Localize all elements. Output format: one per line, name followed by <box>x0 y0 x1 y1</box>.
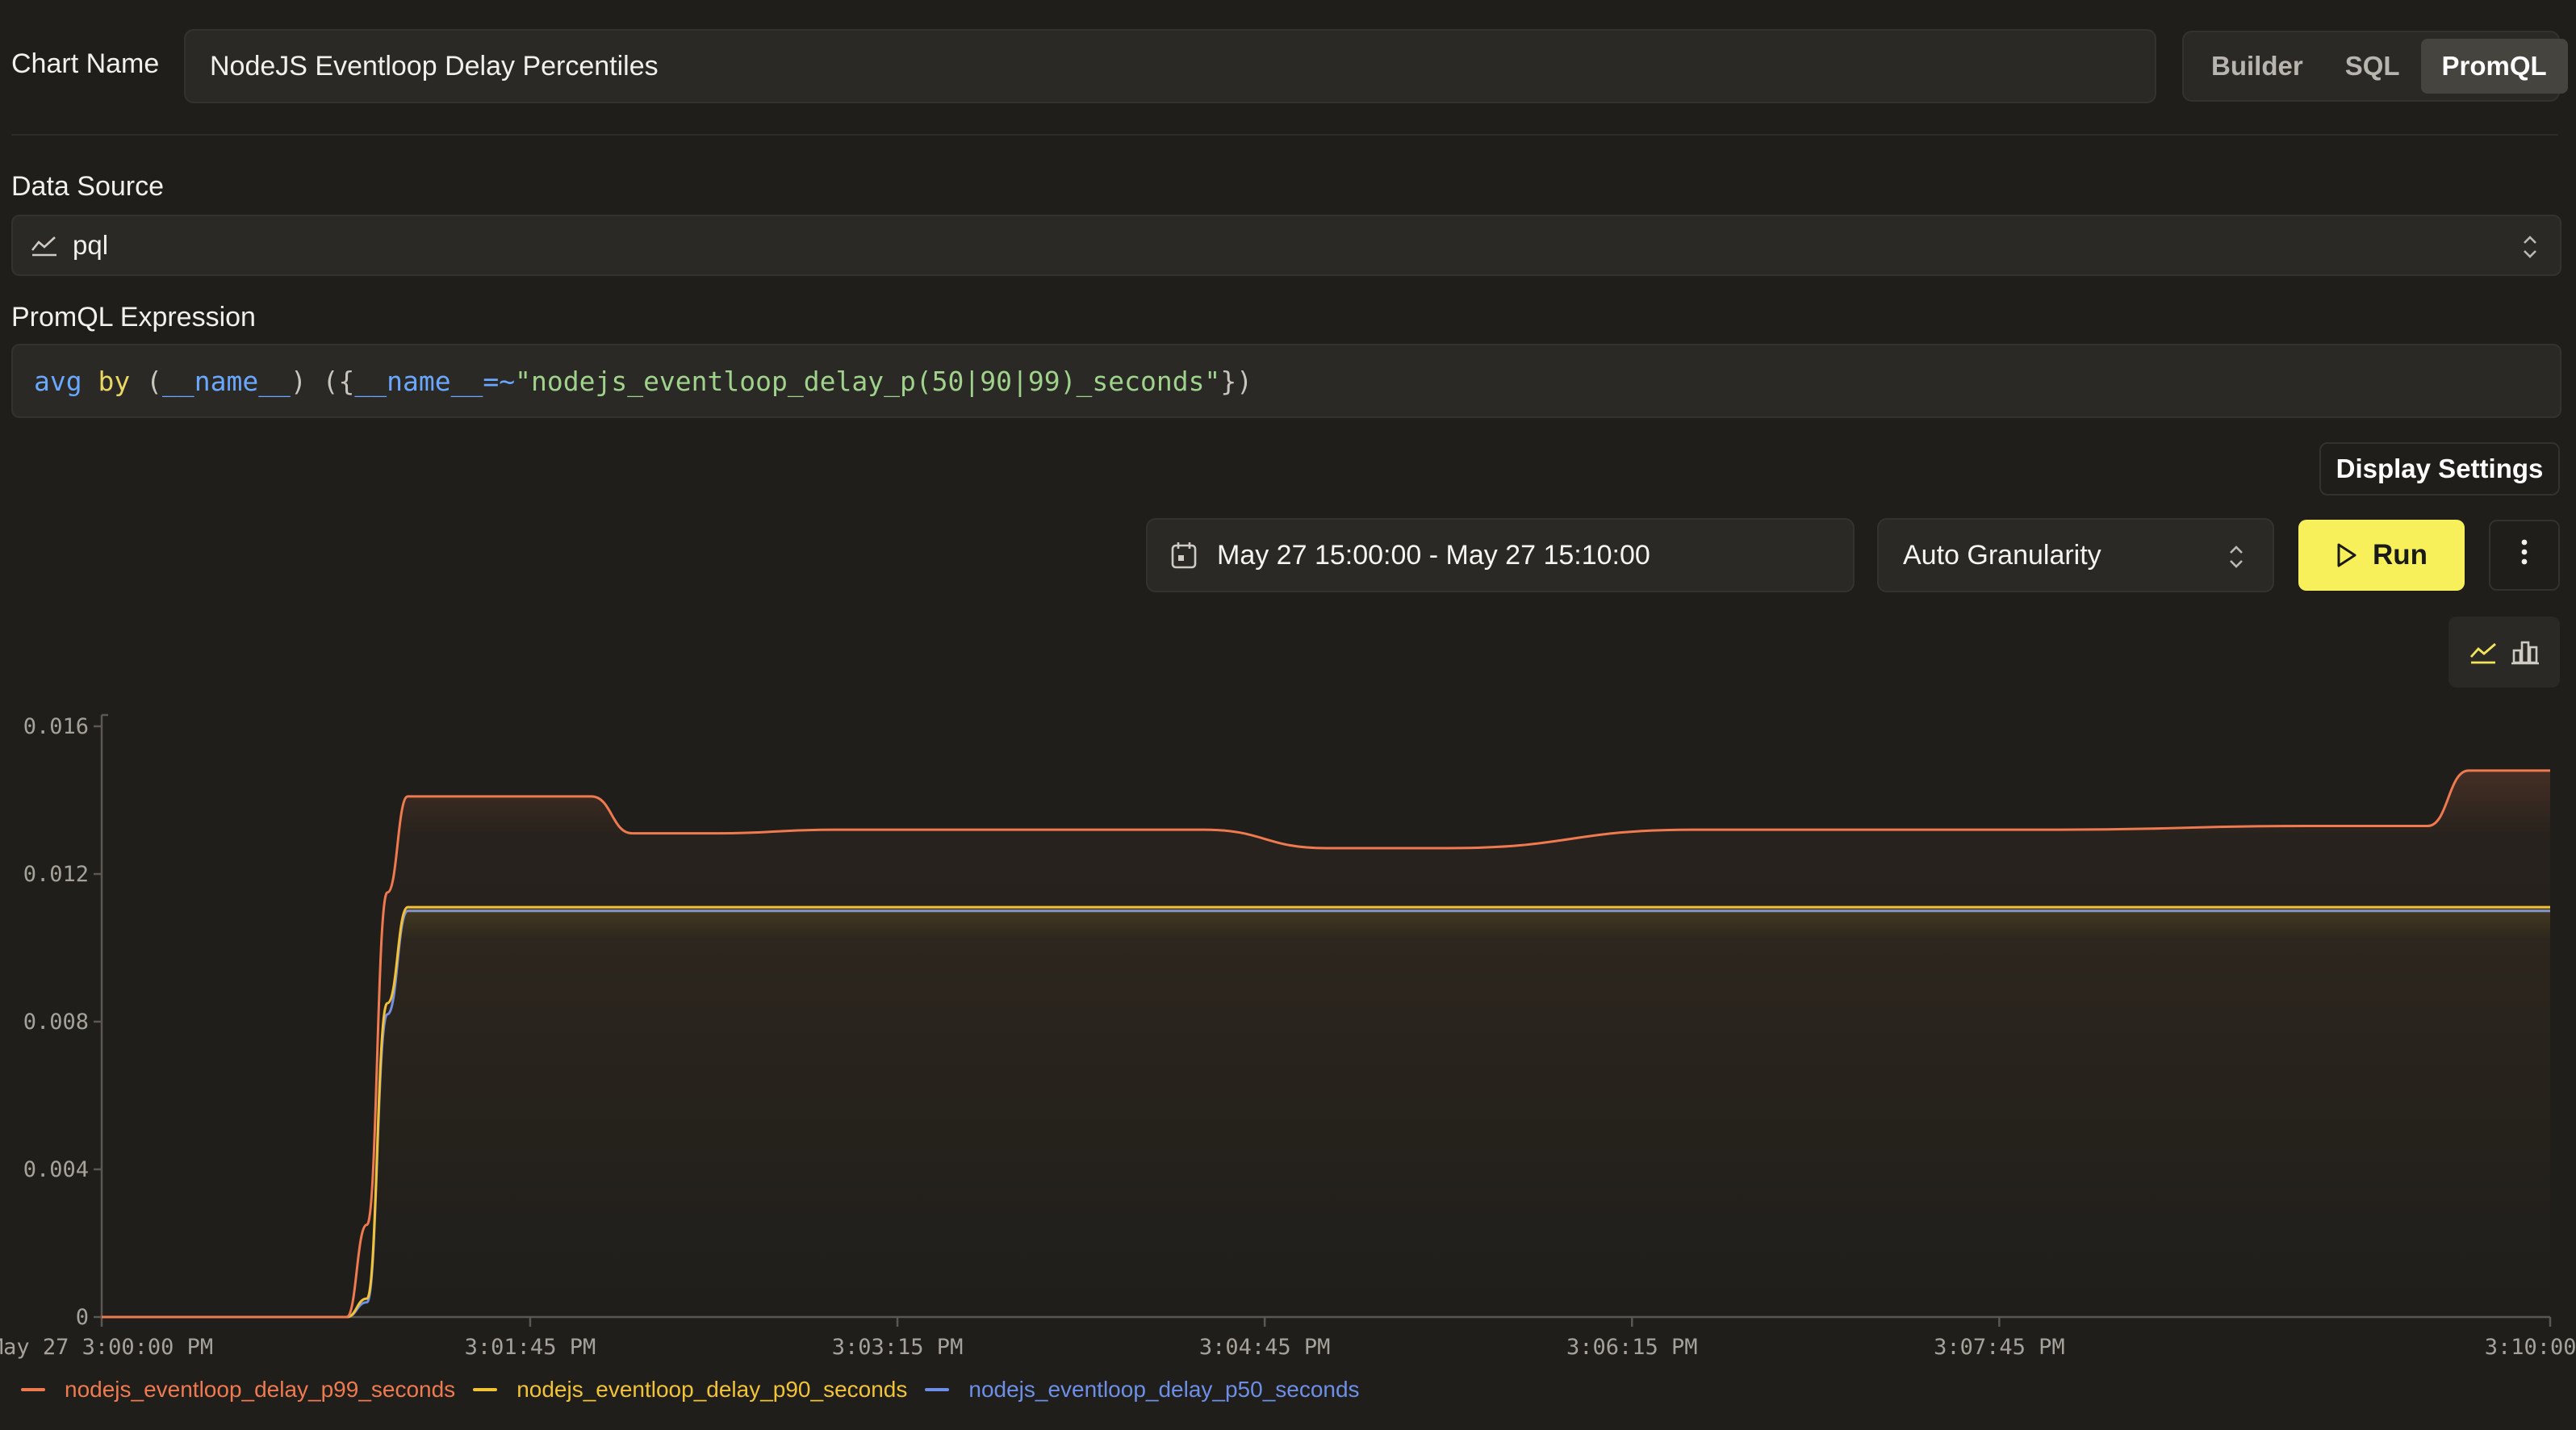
y-tick-label: 0.016 <box>23 714 89 739</box>
chart-legend: nodejs_eventloop_delay_p99_seconds nodej… <box>21 1374 1378 1406</box>
granularity-value: Auto Granularity <box>1903 539 2101 571</box>
calendar-icon <box>1170 541 1198 570</box>
legend-label: nodejs_eventloop_delay_p99_seconds <box>65 1377 456 1402</box>
promql-token: ( <box>130 365 162 397</box>
legend-swatch <box>21 1388 45 1391</box>
time-range-value: May 27 15:00:00 - May 27 15:10:00 <box>1217 539 1650 571</box>
legend-label: nodejs_eventloop_delay_p90_seconds <box>516 1377 908 1402</box>
line-chart: 0 0.004 0.008 0.012 0.016 May 27 3:00:00 PM 3:… <box>0 713 2576 1360</box>
play-icon <box>2336 542 2358 568</box>
y-tick-label: 0.008 <box>23 1010 89 1035</box>
legend-label: nodejs_eventloop_delay_p50_seconds <box>968 1377 1360 1402</box>
legend-item-p99[interactable]: nodejs_eventloop_delay_p99_seconds <box>21 1377 455 1403</box>
promql-token: }) <box>1220 365 1253 397</box>
promql-token: ) ({ <box>290 365 355 397</box>
x-tick-label: May 27 3:00:00 PM <box>0 1335 213 1360</box>
display-settings-button[interactable]: Display Settings <box>2319 442 2560 495</box>
time-range-picker[interactable]: May 27 15:00:00 - May 27 15:10:00 <box>1146 518 1855 592</box>
divider <box>11 134 2558 136</box>
y-tick-label: 0.012 <box>23 862 89 887</box>
promql-editor[interactable]: avg by (__name__) ({__name__=~"nodejs_ev… <box>11 344 2561 418</box>
chevron-up-down-icon <box>2227 542 2245 575</box>
x-tick-label: 3:03:15 PM <box>832 1335 964 1360</box>
more-options-button[interactable] <box>2489 520 2560 591</box>
x-tick-label: 3:01:45 PM <box>465 1335 596 1360</box>
more-vertical-icon <box>2520 537 2528 573</box>
run-label: Run <box>2372 539 2428 571</box>
x-tick-label: 3:06:15 PM <box>1566 1335 1698 1360</box>
run-button[interactable]: Run <box>2298 520 2465 591</box>
data-source-select[interactable]: pql <box>11 215 2561 276</box>
x-tick-label: 3:07:45 PM <box>1934 1335 2065 1360</box>
promql-token: __name__ <box>354 365 483 397</box>
line-chart-icon[interactable] <box>2469 639 2498 665</box>
promql-token: avg <box>34 365 82 397</box>
promql-token <box>82 366 98 397</box>
chart-name-value: NodeJS Eventloop Delay Percentiles <box>210 50 659 82</box>
y-tick-label: 0.004 <box>23 1157 89 1182</box>
promql-token: =~ <box>483 365 516 397</box>
x-tick-label: 3:10:00 PM <box>2485 1335 2576 1360</box>
promql-token: __name__ <box>161 365 291 397</box>
legend-swatch <box>473 1388 498 1391</box>
tab-builder[interactable]: Builder <box>2190 39 2324 94</box>
chevron-up-down-icon <box>2521 232 2539 266</box>
line-chart-icon <box>31 234 58 257</box>
granularity-select[interactable]: Auto Granularity <box>1877 518 2274 592</box>
promql-code: avg by (__name__) ({__name__=~"nodejs_ev… <box>34 366 1252 397</box>
legend-swatch <box>925 1388 950 1391</box>
tab-sql[interactable]: SQL <box>2324 39 2421 94</box>
legend-item-p50[interactable]: nodejs_eventloop_delay_p50_seconds <box>925 1377 1360 1403</box>
legend-item-p90[interactable]: nodejs_eventloop_delay_p90_seconds <box>473 1377 907 1403</box>
chart-name-input[interactable]: NodeJS Eventloop Delay Percentiles <box>184 29 2156 103</box>
chart-type-toggle <box>2448 617 2560 688</box>
promql-token: "nodejs_eventloop_delay_p(50|90|99)_seco… <box>515 365 1221 397</box>
series-area <box>102 770 2550 1317</box>
promql-token: by <box>98 365 131 397</box>
bar-chart-icon[interactable] <box>2511 639 2540 665</box>
promql-label: PromQL Expression <box>11 302 256 332</box>
y-tick-label: 0 <box>76 1305 89 1330</box>
chart-name-label: Chart Name <box>11 48 160 79</box>
x-tick-label: 3:04:45 PM <box>1199 1335 1331 1360</box>
tab-promql[interactable]: PromQL <box>2420 39 2568 94</box>
data-source-label: Data Source <box>11 171 164 202</box>
query-mode-switch: Builder SQL PromQL <box>2182 31 2568 102</box>
data-source-value: pql <box>73 230 109 260</box>
